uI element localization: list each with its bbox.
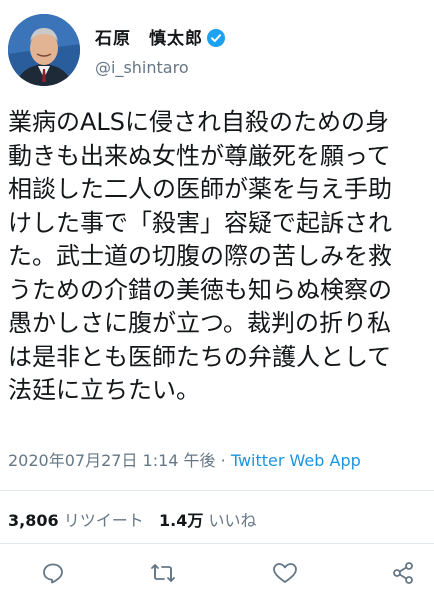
like-count[interactable]: 1.4万 <box>159 511 203 530</box>
tweet-text-line: た。武士道の切腹の際の苦しみを救 <box>8 242 392 270</box>
tweet-source-link[interactable]: Twitter Web App <box>231 451 361 470</box>
retweet-label[interactable]: リツイート <box>64 511 144 530</box>
retweet-button[interactable] <box>148 560 178 590</box>
tweet-header: 石原 慎太郎 @i_shintaro <box>0 0 434 100</box>
retweet-icon <box>150 561 176 589</box>
tweet-stats: 3,806 リツイート 1.4万 いいね <box>8 507 256 531</box>
display-name-text[interactable]: 石原 慎太郎 <box>95 29 203 49</box>
divider <box>0 490 434 491</box>
meta-separator: · <box>215 451 231 470</box>
like-button[interactable] <box>270 560 300 590</box>
display-name[interactable]: 石原 慎太郎 <box>95 24 225 52</box>
user-handle[interactable]: @i_shintaro <box>95 58 189 77</box>
tweet-text-line: 相談した二人の医師が薬を与え手助 <box>8 175 392 203</box>
tweet-meta: 2020年07月27日 1:14 午後 · Twitter Web App <box>8 447 361 471</box>
share-button[interactable] <box>388 560 418 590</box>
tweet-text-line: 動きも出来ぬ女性が尊厳死を願って <box>8 141 391 170</box>
like-icon <box>272 561 298 589</box>
tweet-text-line: うための介錯の美徳も知らぬ検察の <box>8 275 392 304</box>
tweet-text-line: 法廷に立ちたい。 <box>8 376 200 404</box>
like-label[interactable]: いいね <box>208 511 256 530</box>
tweet-text-line: けした事で「殺害」容疑で起訴され <box>8 208 392 237</box>
tweet-text-line: 業病のALSに侵され自殺のための身 <box>8 108 390 136</box>
reply-icon <box>41 561 65 589</box>
tweet-text: 業病のALSに侵され自殺のための身 動きも出来ぬ女性が尊厳死を願って 相談した二… <box>8 106 434 408</box>
tweet-timestamp[interactable]: 2020年07月27日 1:14 午後 <box>8 451 216 470</box>
tweet-actions <box>0 560 434 596</box>
verified-badge-icon <box>207 29 225 52</box>
divider <box>0 543 434 544</box>
retweet-count[interactable]: 3,806 <box>8 511 59 530</box>
avatar[interactable] <box>8 14 80 86</box>
share-icon <box>391 561 415 589</box>
tweet-text-line: は是非とも医師たちの弁護人として <box>8 342 392 371</box>
reply-button[interactable] <box>38 560 68 590</box>
tweet-text-line: 愚かしさに腹が立つ。裁判の折り私 <box>8 309 392 337</box>
